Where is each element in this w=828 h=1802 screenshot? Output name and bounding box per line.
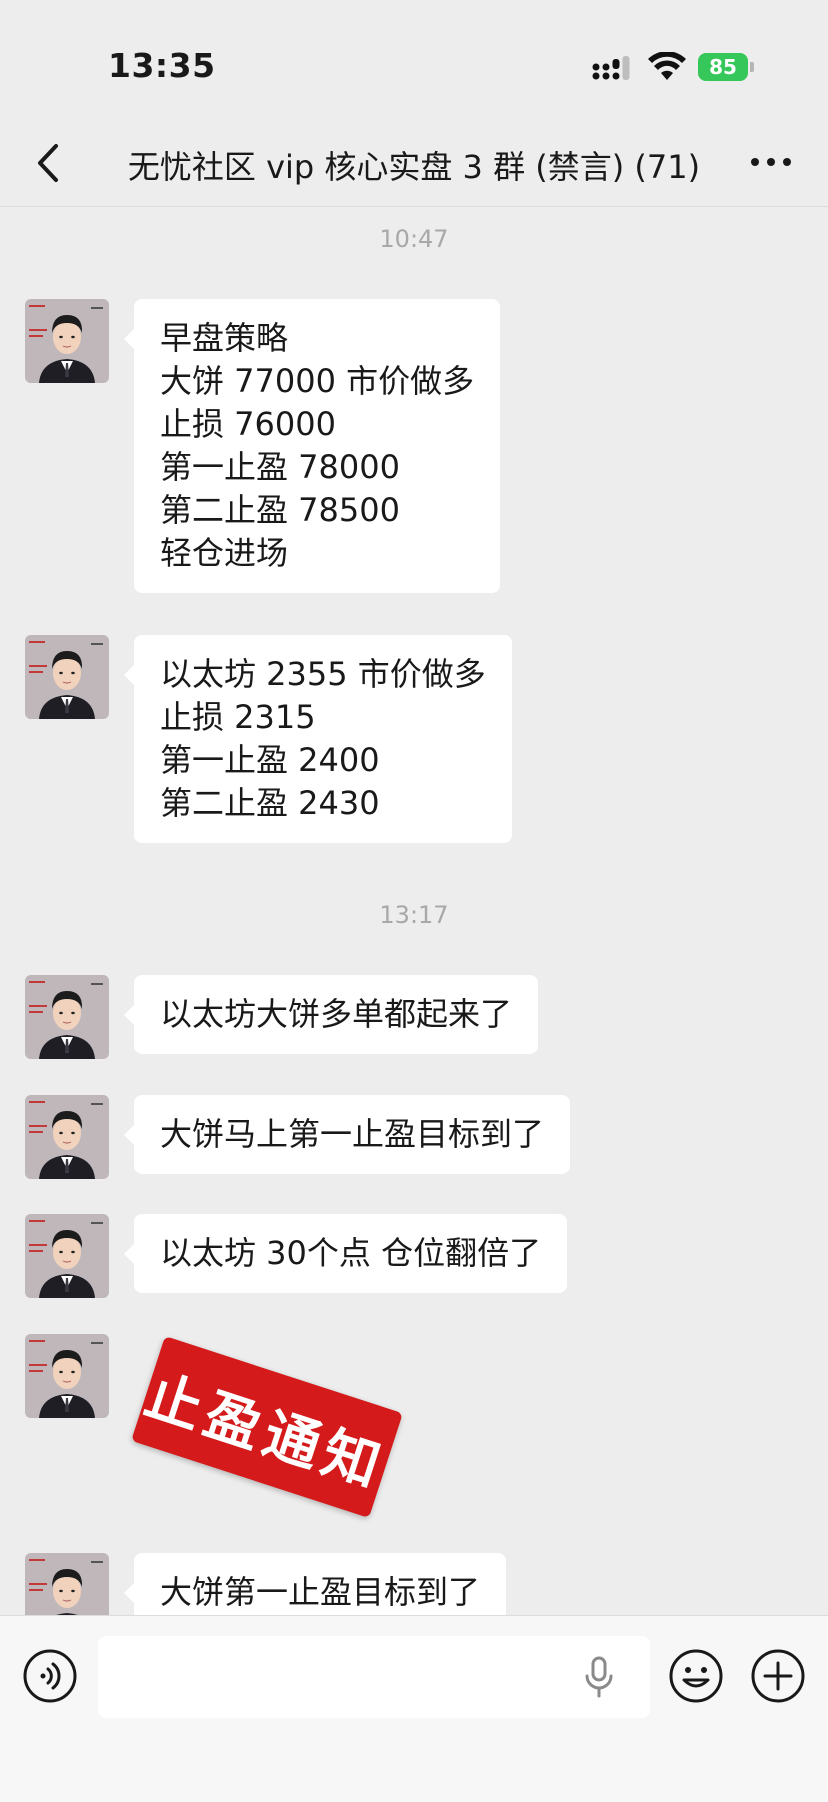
message-bubble[interactable]: 早盘策略 大饼 77000 市价做多 止损 76000 第一止盈 78000 第… bbox=[123, 299, 501, 593]
battery-icon: 85 bbox=[698, 53, 754, 81]
emoji-icon[interactable] bbox=[668, 1648, 724, 1704]
wifi-icon bbox=[648, 52, 686, 80]
avatar[interactable] bbox=[25, 299, 109, 383]
input-bar bbox=[0, 1615, 828, 1802]
avatar[interactable] bbox=[25, 1334, 109, 1418]
timestamp: 13:17 bbox=[379, 901, 449, 929]
avatar[interactable] bbox=[25, 1095, 109, 1179]
battery-level: 85 bbox=[709, 55, 737, 79]
status-bar: 13:35 85 bbox=[0, 0, 828, 120]
sticker-image[interactable]: 止盈通知 bbox=[131, 1336, 403, 1518]
sticker-text: 止盈通知 bbox=[137, 1362, 394, 1501]
avatar[interactable] bbox=[25, 635, 109, 719]
message-bubble[interactable]: 以太坊 2355 市价做多 止损 2315 第一止盈 2400 第二止盈 243… bbox=[124, 635, 512, 843]
add-attachment-icon[interactable] bbox=[750, 1648, 806, 1704]
avatar[interactable] bbox=[25, 1214, 109, 1298]
message-bubble[interactable]: 以太坊大饼多单都起来了 bbox=[123, 975, 539, 1054]
message-bubble[interactable]: 大饼第一止盈目标到了 bbox=[123, 1553, 507, 1615]
back-chevron-icon[interactable] bbox=[28, 138, 68, 188]
more-options-icon[interactable] bbox=[746, 142, 796, 182]
avatar[interactable] bbox=[25, 975, 109, 1059]
message-bubble[interactable]: 大饼马上第一止盈目标到了 bbox=[123, 1095, 571, 1174]
message-list[interactable]: 10:47 早盘策略 大饼 77000 市价做多 止损 76000 第一止盈 7… bbox=[0, 207, 828, 1615]
message-input[interactable] bbox=[98, 1636, 650, 1718]
message-bubble[interactable]: 以太坊 30个点 仓位翻倍了 bbox=[123, 1214, 568, 1293]
status-time: 13:35 bbox=[108, 46, 216, 85]
avatar[interactable] bbox=[25, 1553, 109, 1615]
timestamp: 10:47 bbox=[379, 225, 449, 253]
chat-title: 无忧社区 vip 核心实盘 3 群 (禁言) (71) bbox=[127, 148, 701, 186]
microphone-icon[interactable] bbox=[584, 1656, 614, 1698]
chat-header: 无忧社区 vip 核心实盘 3 群 (禁言) (71) bbox=[0, 120, 828, 207]
cellular-signal-icon bbox=[592, 56, 630, 80]
voice-input-icon[interactable] bbox=[22, 1648, 78, 1704]
